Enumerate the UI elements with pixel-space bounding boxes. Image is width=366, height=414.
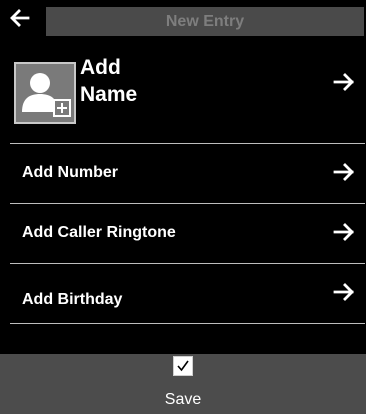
title-bar: New Entry	[0, 0, 366, 36]
page-title: New Entry	[165, 12, 245, 30]
add-caller-ringtone-label: Add Caller Ringtone	[22, 224, 176, 241]
save-checkbox[interactable]	[173, 356, 193, 376]
checkmark-icon	[177, 360, 189, 372]
arrow-right-icon[interactable]	[332, 220, 356, 244]
add-name-label: Add Name	[80, 56, 138, 106]
add-photo-button[interactable]	[14, 62, 76, 124]
add-number-label: Add Number	[22, 164, 118, 181]
save-label[interactable]: Save	[0, 391, 366, 409]
separator	[10, 323, 365, 324]
arrow-right-icon[interactable]	[332, 70, 356, 94]
arrow-right-icon[interactable]	[332, 160, 356, 184]
add-photo-person-icon	[22, 73, 71, 117]
phonebook-new-entry-screen: New Entry Add Name Add Number Add Caller…	[0, 0, 366, 414]
arrow-right-icon[interactable]	[332, 280, 356, 304]
add-birthday-label: Add Birthday	[22, 291, 123, 308]
back-button[interactable]	[0, 0, 40, 36]
back-arrow-icon	[10, 9, 30, 27]
title-field: New Entry	[46, 7, 364, 36]
